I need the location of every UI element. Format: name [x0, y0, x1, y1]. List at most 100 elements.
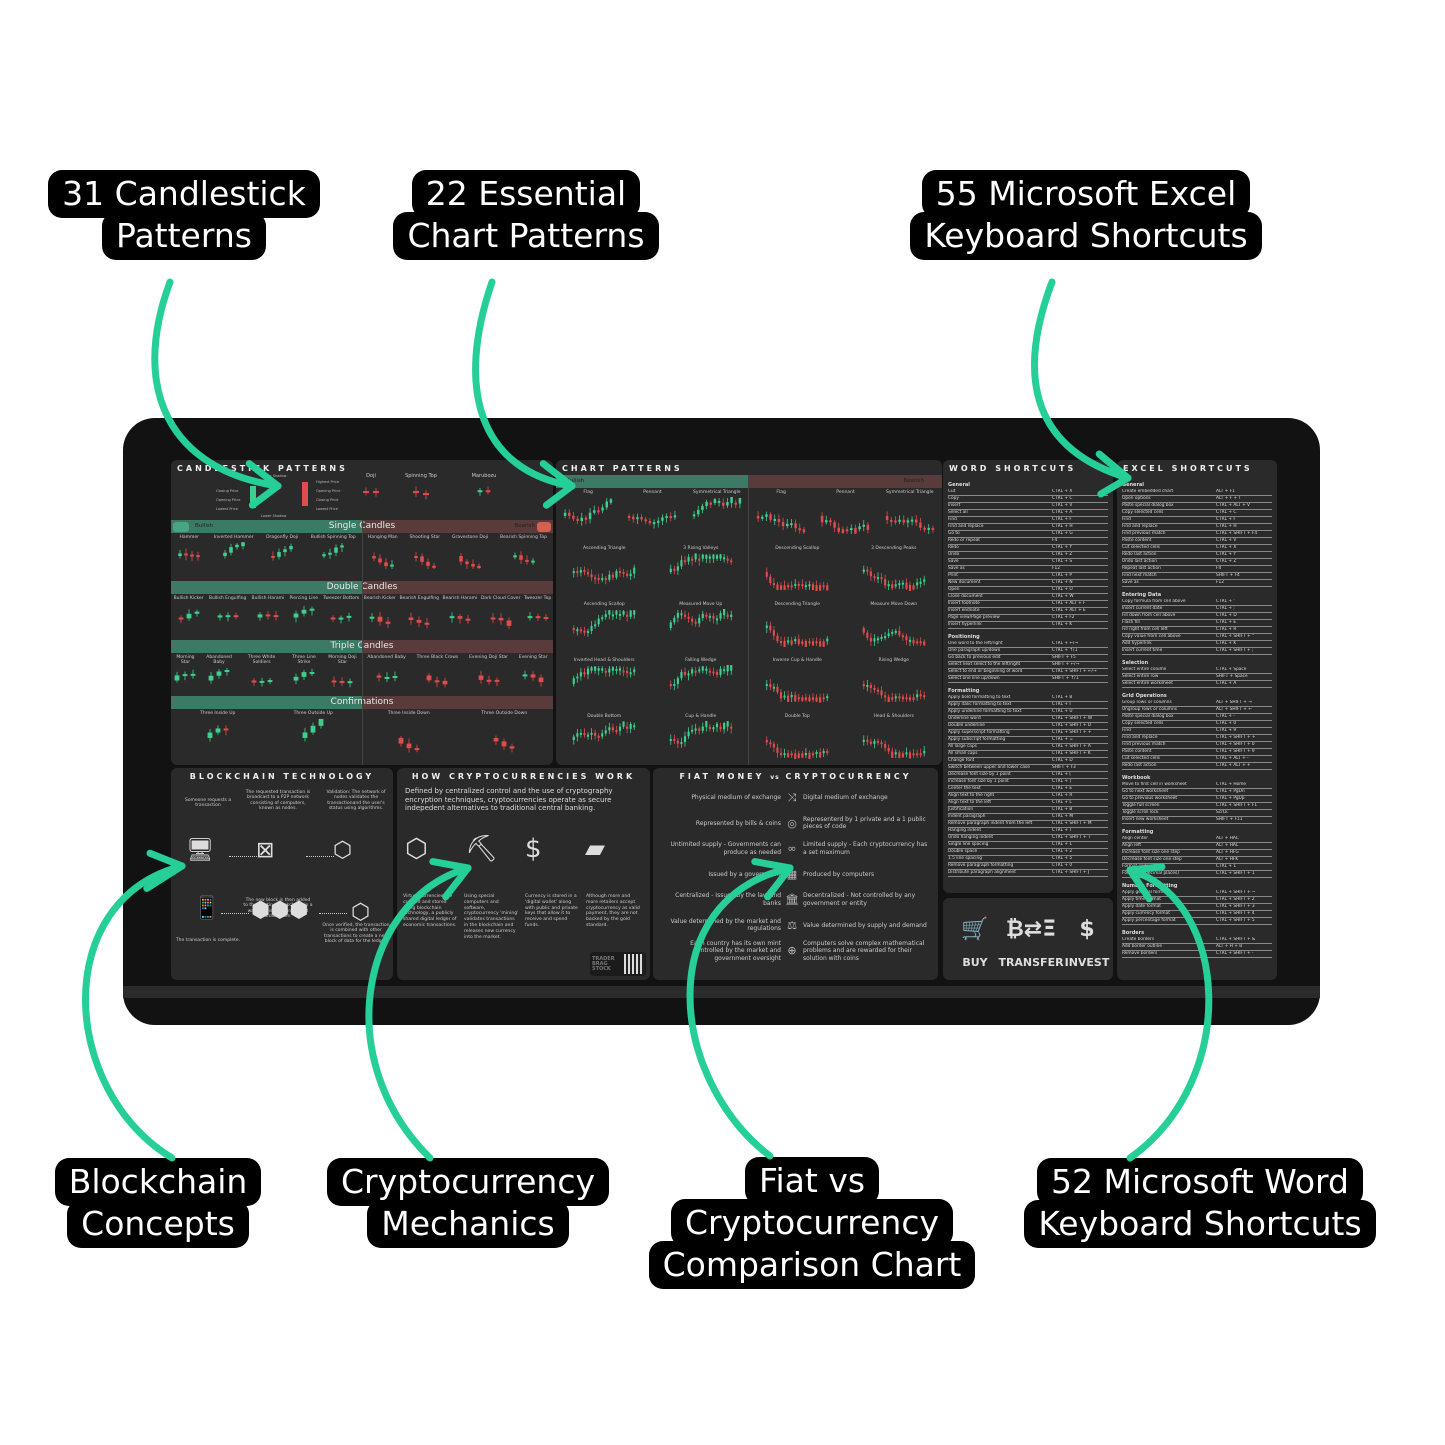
candle-body	[787, 640, 790, 643]
gold-bars-icon: ▰	[585, 834, 605, 864]
candle-body	[780, 692, 783, 699]
shortcut-keys: CTRL + SHIFT + 2	[1216, 897, 1255, 902]
candle-body	[837, 527, 841, 532]
candle-body	[594, 577, 597, 580]
candle-body	[190, 554, 195, 557]
candle-body	[898, 752, 901, 759]
candles-graphic	[572, 610, 636, 637]
pattern-name: Cup & Handle	[685, 714, 717, 719]
shortcut-keys: CTRL + ]	[1052, 779, 1072, 784]
candle-body	[894, 630, 897, 633]
candle-body	[898, 519, 901, 522]
action-label: INVEST	[1064, 956, 1110, 969]
candle-body	[873, 576, 876, 579]
candle-body	[423, 493, 429, 496]
candle-body	[509, 746, 515, 749]
candle-body	[293, 676, 299, 681]
candle-body	[726, 665, 729, 672]
dotted-connector	[306, 856, 334, 857]
candles-graphic	[885, 511, 934, 534]
callout-excel: 55 Microsoft Excel Keyboard Shortcuts	[886, 170, 1286, 260]
shortcut-action: Redo last action	[1122, 763, 1157, 768]
candles-graphic	[862, 735, 926, 759]
crypto-text: Limited supply - Each cryptocurrency has…	[803, 841, 928, 856]
pattern-item: Ascending Triangle	[572, 546, 636, 602]
shortcut-row: Apply currency format CTRL + SHIFT + 4	[1122, 911, 1272, 918]
candle-body	[905, 697, 908, 700]
pattern-item: Symmetrical Triangle	[692, 490, 742, 546]
shortcut-action: 1.5 line spacing	[948, 856, 982, 861]
shortcut-keys: CTRL + ALT + -	[1216, 756, 1249, 761]
candle-body	[608, 574, 611, 580]
shortcut-action: Save	[948, 559, 959, 564]
shortcut-keys: CTRL + SHIFT + J	[1052, 870, 1090, 875]
shortcut-action: Format (# decimal places)	[1122, 871, 1179, 876]
shortcut-keys: CTRL + V	[1216, 538, 1237, 543]
blockchain-step: The requested transaction is broadcast t…	[245, 790, 311, 811]
candle-body	[894, 752, 897, 755]
shortcut-row: Print CTRL + P	[948, 573, 1108, 580]
candle-body	[915, 582, 918, 586]
candle-body	[812, 697, 815, 700]
shortcut-group-heading: General	[1122, 482, 1144, 488]
candle-body	[215, 728, 221, 733]
candle-body	[790, 523, 793, 526]
candle-body	[876, 689, 879, 692]
action-transfer: ₿⇄Ξ TRANSFER	[998, 906, 1063, 969]
candle-body	[612, 574, 615, 578]
candle-body	[322, 554, 327, 557]
shortcut-row: Remove paragraph indent from the left CTR…	[948, 821, 1108, 828]
shortcut-row: Find previous match CTRL + SHIFT + 0	[1122, 742, 1272, 749]
pattern-name: Gravestone Doji	[451, 535, 489, 540]
shortcut-action: Find previous match	[1122, 531, 1166, 536]
bear-icon	[537, 522, 551, 532]
candles-graphic	[669, 609, 733, 631]
shortcut-keys: CTRL + 2	[1052, 849, 1073, 854]
bull-icon	[173, 522, 189, 532]
pattern-item: Three Black Crows	[417, 655, 458, 698]
shortcut-action: Find next match	[1122, 573, 1157, 578]
candle-body	[530, 560, 535, 563]
candle-body	[719, 554, 722, 559]
candle-body	[690, 669, 693, 674]
callout-chart-patterns: 22 Essential Chart Patterns	[376, 170, 676, 260]
pattern-item: Gravestone Doji	[452, 535, 488, 579]
candle-body	[826, 696, 829, 699]
pattern-item: Measured Move Up	[669, 602, 733, 658]
candle-body	[819, 585, 822, 591]
callout-crypto: Cryptocurrency Mechanics	[318, 1158, 618, 1248]
shortcut-keys: CTRL + Space	[1216, 667, 1247, 672]
candle-body	[922, 750, 926, 754]
candle-body	[883, 579, 886, 586]
pattern-name: Spinning Top	[405, 473, 437, 479]
candles-graphic	[669, 721, 733, 749]
candle-body	[790, 753, 793, 756]
candle-body	[680, 560, 683, 567]
candle-body	[867, 524, 870, 530]
candle-body	[383, 562, 388, 567]
shortcut-keys: CTRL + SHIFT + K	[1052, 751, 1091, 756]
candles-graphic	[257, 610, 279, 621]
candle-body	[373, 491, 379, 494]
comparison-row: Centralized - Issued by the law and bank…	[659, 887, 932, 913]
shortcut-keys: CTRL + SHIFT + ~	[1216, 890, 1256, 895]
candle-body	[887, 584, 890, 587]
candle-body	[283, 549, 287, 553]
shortcut-action: Find	[1122, 728, 1131, 733]
candle-body	[712, 671, 715, 674]
candles-graphic	[493, 735, 515, 753]
shortcut-group-heading: Positioning	[948, 634, 980, 640]
basic-candle-doji: Doji	[351, 474, 391, 501]
candle-body	[918, 522, 922, 528]
candle-body	[583, 569, 586, 573]
candle-body	[597, 668, 600, 671]
candle-body	[629, 672, 632, 675]
callout-candlestick: 31 Candlestick Patterns	[34, 170, 334, 260]
coins-icon: ◎	[787, 816, 797, 830]
candles-graphic	[563, 498, 613, 526]
candle-body	[801, 584, 804, 587]
shortcut-row: Open CTRL + O	[948, 587, 1108, 594]
candle-body	[876, 577, 879, 580]
pattern-name: Dark Cloud Cover	[480, 596, 521, 601]
candle-body	[572, 736, 576, 740]
